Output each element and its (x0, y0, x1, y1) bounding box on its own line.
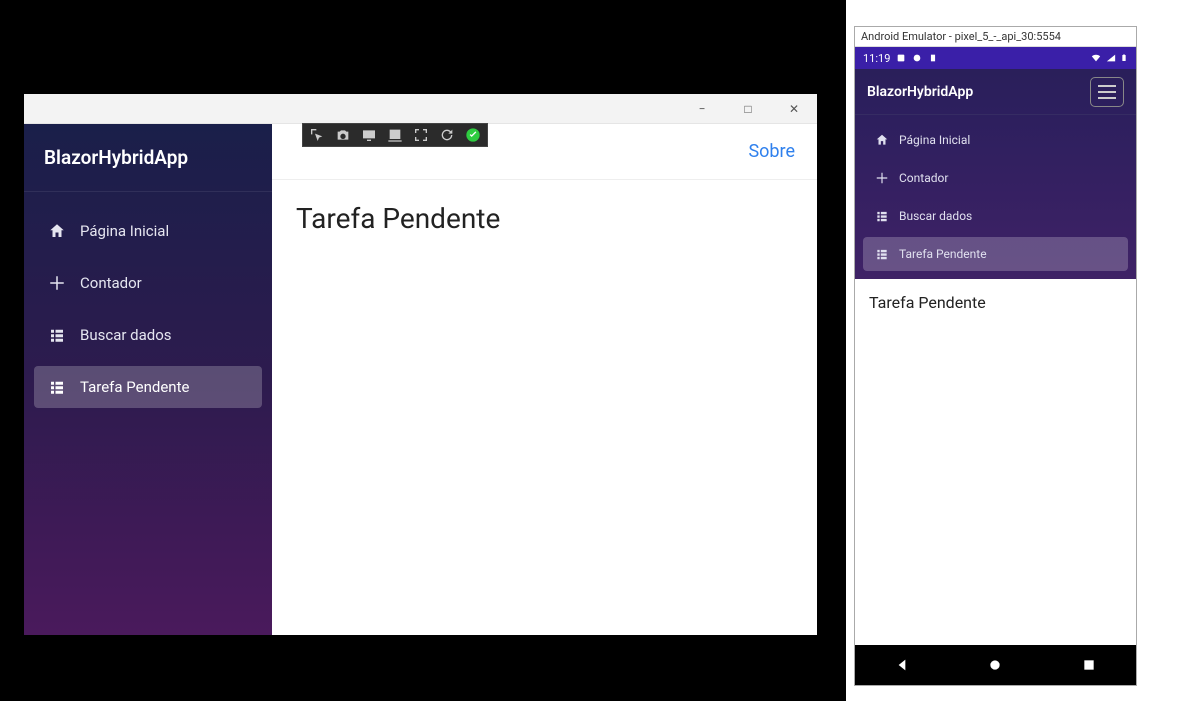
list-icon (48, 378, 66, 396)
home-softkey[interactable] (987, 657, 1003, 673)
app-body: BlazorHybridApp Página Inicial Contador … (24, 124, 817, 635)
page-title: Tarefa Pendente (296, 202, 793, 235)
emulator-nav-label: Buscar dados (899, 209, 972, 223)
emulator-nav-label: Página Inicial (899, 133, 970, 147)
emulator-nav-label: Contador (899, 171, 948, 185)
page-content: Tarefa Pendente (272, 180, 817, 257)
notification-icon (896, 53, 906, 63)
emulator-nav-item-fetch-data[interactable]: Buscar dados (863, 199, 1128, 233)
hamburger-menu-button[interactable] (1090, 77, 1124, 107)
hamburger-line (1098, 97, 1116, 99)
list-icon (48, 326, 66, 344)
sidebar-item-label: Página Inicial (80, 222, 169, 240)
list-icon (875, 209, 889, 223)
sidebar-nav: Página Inicial Contador Buscar dados Tar… (24, 192, 272, 426)
sidebar-brand: BlazorHybridApp (24, 124, 272, 192)
monitor-icon[interactable] (361, 127, 377, 143)
window-maximize-button[interactable]: □ (725, 94, 771, 124)
list-icon (875, 247, 889, 261)
emulator-content: Tarefa Pendente (855, 279, 1136, 645)
sidebar-item-fetch-data[interactable]: Buscar dados (34, 314, 262, 356)
emulator-nav: Página Inicial Contador Buscar dados Tar… (855, 115, 1136, 279)
sidebar-item-label: Contador (80, 274, 142, 292)
signal-icon (1106, 53, 1116, 63)
debug-icon (912, 53, 922, 63)
check-circle-icon[interactable] (465, 127, 481, 143)
expand-icon[interactable] (413, 127, 429, 143)
emulator-app-header: BlazorHybridApp (855, 69, 1136, 115)
hamburger-line (1098, 85, 1116, 87)
plus-icon (48, 274, 66, 292)
desktop-window: − □ ✕ BlazorHybridApp Página Inicial Con… (24, 94, 817, 635)
desktop-black-frame: − □ ✕ BlazorHybridApp Página Inicial Con… (0, 0, 846, 701)
about-link[interactable]: Sobre (748, 141, 795, 162)
debug-toolbar[interactable] (302, 123, 488, 147)
emulator-window-title: Android Emulator - pixel_5_-_api_30:5554 (855, 27, 1136, 47)
back-softkey[interactable] (894, 657, 910, 673)
window-close-button[interactable]: ✕ (771, 94, 817, 124)
window-titlebar: − □ ✕ (24, 94, 817, 124)
emulator-brand: BlazorHybridApp (867, 84, 973, 100)
window-minimize-button[interactable]: − (679, 94, 725, 124)
plus-icon (875, 171, 889, 185)
maximize-icon: □ (744, 102, 751, 116)
sidebar-item-label: Buscar dados (80, 326, 172, 344)
emulator-nav-item-home[interactable]: Página Inicial (863, 123, 1128, 157)
sidebar-item-label: Tarefa Pendente (80, 378, 189, 396)
home-icon (875, 133, 889, 147)
recents-softkey[interactable] (1081, 657, 1097, 673)
sidebar: BlazorHybridApp Página Inicial Contador … (24, 124, 272, 635)
screen-icon[interactable] (387, 127, 403, 143)
emulator-page-title: Tarefa Pendente (869, 293, 1122, 312)
emulator-soft-keys (855, 645, 1136, 685)
sidebar-item-home[interactable]: Página Inicial (34, 210, 262, 252)
sidebar-item-counter[interactable]: Contador (34, 262, 262, 304)
sidebar-item-pending-task[interactable]: Tarefa Pendente (34, 366, 262, 408)
home-icon (48, 222, 66, 240)
main-area: Sobre Tarefa Pendente (272, 124, 817, 635)
emulator-nav-label: Tarefa Pendente (899, 247, 987, 261)
minimize-icon: − (699, 102, 706, 116)
status-time: 11:19 (863, 52, 890, 65)
close-icon: ✕ (789, 102, 799, 116)
refresh-icon[interactable] (439, 127, 455, 143)
android-emulator: Android Emulator - pixel_5_-_api_30:5554… (854, 26, 1137, 686)
battery-icon (1120, 52, 1128, 64)
wifi-icon (1090, 53, 1102, 63)
camera-icon[interactable] (335, 127, 351, 143)
usb-icon (928, 53, 938, 63)
select-element-icon[interactable] (309, 127, 325, 143)
emulator-status-bar: 11:19 (855, 47, 1136, 69)
hamburger-line (1098, 91, 1116, 93)
emulator-nav-item-pending-task[interactable]: Tarefa Pendente (863, 237, 1128, 271)
emulator-nav-item-counter[interactable]: Contador (863, 161, 1128, 195)
